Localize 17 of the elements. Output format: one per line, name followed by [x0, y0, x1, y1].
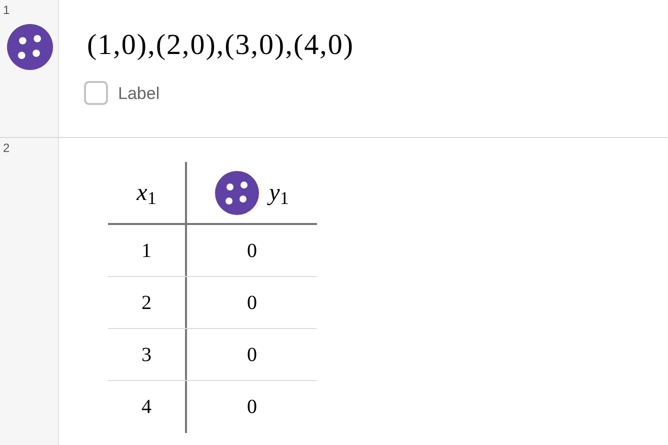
points-style-icon[interactable]	[7, 24, 53, 70]
table-cell[interactable]: 0	[247, 340, 257, 370]
table-cell[interactable]: 4	[142, 392, 152, 422]
expression-number: 1	[3, 2, 10, 19]
table-cell[interactable]: 3	[142, 340, 152, 370]
table-cell[interactable]: 0	[247, 288, 257, 318]
expression-text[interactable]: (1,0),(2,0),(3,0),(4,0)	[59, 0, 354, 68]
table-cell[interactable]: 0	[247, 236, 257, 266]
checkbox-label: Label	[118, 82, 160, 104]
table-cell[interactable]: 2	[142, 288, 152, 318]
column-header[interactable]: y$_{1}$	[269, 174, 289, 210]
checkbox[interactable]	[84, 81, 108, 106]
points-style-icon[interactable]	[215, 170, 260, 214]
table-cell[interactable]: 1	[142, 236, 152, 266]
column-header[interactable]: x$_{1}$	[136, 174, 156, 210]
table-cell[interactable]: 0	[247, 392, 257, 422]
expression-number: 2	[3, 140, 10, 157]
